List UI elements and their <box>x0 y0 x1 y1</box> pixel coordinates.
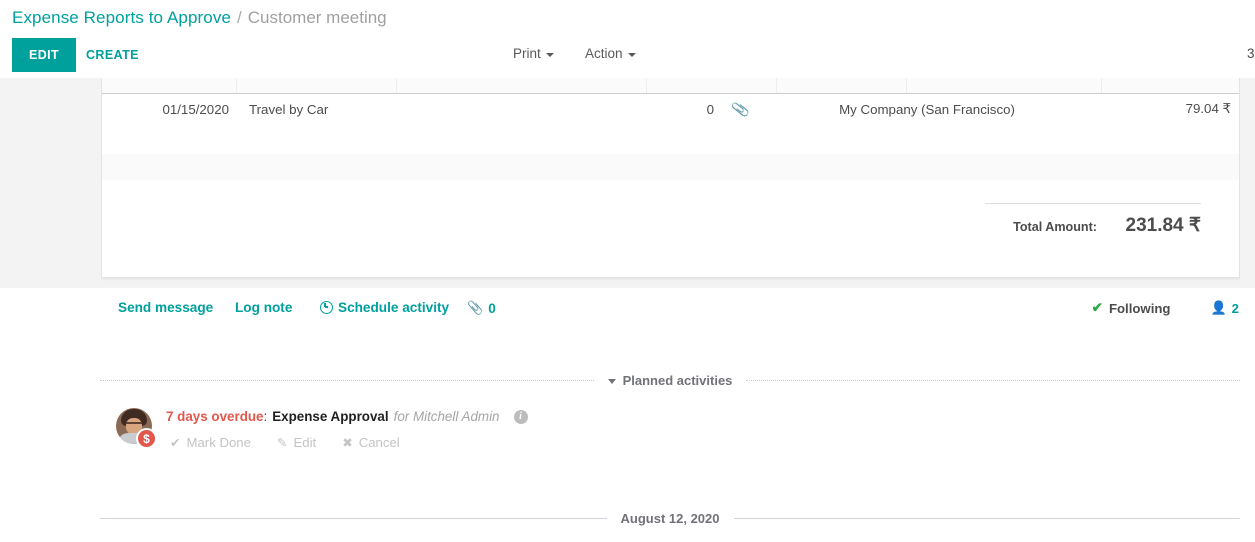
pager[interactable]: 3 <box>1247 46 1255 61</box>
following-label: Following <box>1108 300 1171 316</box>
header-col-date <box>102 78 237 93</box>
separator-line-right <box>733 518 1240 519</box>
header-col-amount <box>1102 78 1239 93</box>
dollar-badge-icon: $ <box>136 428 157 449</box>
activity-item: $ 7 days overdue : Expense Approval for … <box>116 408 916 450</box>
table-row[interactable]: 01/15/2020 Travel by Car 0 📎 My Company … <box>102 94 1239 124</box>
header-col-name <box>237 78 397 93</box>
chevron-down-icon <box>607 379 616 384</box>
edit-activity-button[interactable]: ✎ Edit <box>277 435 316 450</box>
separator-line-left <box>100 380 594 381</box>
schedule-activity-label: Schedule activity <box>338 300 450 315</box>
total-amount-row: Total Amount: 231.84 ₹ <box>985 214 1201 237</box>
activity-headline: 7 days overdue : Expense Approval for Mi… <box>166 408 916 426</box>
log-note-button[interactable]: Log note <box>235 300 292 315</box>
table-row-empty <box>102 154 1239 180</box>
print-dropdown[interactable]: Print <box>513 46 554 61</box>
follow-controls: ✔ Following 👤 2 <box>1092 300 1239 316</box>
create-button[interactable]: CREATE <box>74 38 151 72</box>
followers-count: 2 <box>1231 300 1239 316</box>
sheet-shadow <box>101 277 1240 281</box>
cell-quantity: 0 <box>706 101 714 117</box>
cell-company: My Company (San Francisco) <box>839 101 1015 117</box>
breadcrumb-root-link[interactable]: Expense Reports to Approve <box>12 8 231 28</box>
cell-date: 01/15/2020 <box>162 101 229 117</box>
check-icon: ✔ <box>1091 300 1103 315</box>
followers-button[interactable]: 👤 2 <box>1210 300 1239 316</box>
total-amount-value: 231.84 ₹ <box>1125 215 1201 236</box>
table-row-spacer <box>102 124 1239 154</box>
header-col-qty <box>647 78 777 93</box>
header-col-analytic <box>397 78 647 93</box>
total-amount-label: Total Amount: <box>1013 220 1097 234</box>
planned-activities-label: Planned activities <box>622 373 733 388</box>
odoo-expense-form: Expense Reports to Approve / Customer me… <box>0 0 1255 542</box>
print-dropdown-label: Print <box>513 46 541 61</box>
activity-summary: Expense Approval <box>272 409 389 424</box>
attachments-button[interactable]: 📎 0 <box>467 300 496 316</box>
clock-icon <box>320 301 333 314</box>
control-panel: EDIT CREATE Print Action 3 <box>0 36 1255 79</box>
header-col-company <box>907 78 1102 93</box>
message-date-separator: August 12, 2020 <box>100 511 1240 526</box>
paperclip-icon: 📎 <box>467 300 484 315</box>
breadcrumb: Expense Reports to Approve / Customer me… <box>0 0 1255 36</box>
send-message-button[interactable]: Send message <box>118 300 213 315</box>
mark-done-button[interactable]: ✔ Mark Done <box>170 435 251 450</box>
attachment-count: 0 <box>488 300 496 316</box>
table-header-row <box>102 78 1239 94</box>
expense-lines-table: 01/15/2020 Travel by Car 0 📎 My Company … <box>102 78 1239 180</box>
cancel-activity-button[interactable]: ✖ Cancel <box>342 435 400 450</box>
person-icon: 👤 <box>1210 300 1227 315</box>
cell-amount: 79.04 ₹ <box>1185 101 1231 116</box>
breadcrumb-separator: / <box>237 8 242 27</box>
following-toggle[interactable]: ✔ Following <box>1092 300 1171 316</box>
chevron-down-icon <box>545 52 554 57</box>
avatar-glasses <box>126 422 142 428</box>
chevron-down-icon <box>627 52 636 57</box>
activity-colon: : <box>263 409 268 424</box>
totals-block: Total Amount: 231.84 ₹ <box>985 203 1201 237</box>
chatter: Send message Log note Schedule activity … <box>0 288 1255 542</box>
form-sheet: 01/15/2020 Travel by Car 0 📎 My Company … <box>101 78 1240 277</box>
info-icon[interactable]: i <box>513 410 528 424</box>
edit-activity-label: Edit <box>293 435 317 450</box>
paperclip-icon[interactable]: 📎 <box>731 101 751 118</box>
activity-overdue: 7 days overdue <box>166 409 264 424</box>
close-icon: ✖ <box>342 436 353 450</box>
cell-name: Travel by Car <box>249 101 329 117</box>
action-dropdown[interactable]: Action <box>585 46 636 61</box>
check-icon: ✔ <box>170 436 181 450</box>
action-dropdown-label: Action <box>585 46 623 61</box>
separator-line-right <box>746 380 1241 381</box>
planned-activities-toggle[interactable]: Planned activities <box>594 373 747 388</box>
message-date-label: August 12, 2020 <box>620 511 720 526</box>
activity-assignee: for Mitchell Admin <box>393 409 500 424</box>
mark-done-label: Mark Done <box>186 435 251 450</box>
cancel-activity-label: Cancel <box>358 435 400 450</box>
planned-activities-separator: Planned activities <box>100 373 1241 388</box>
chatter-toolbar: Send message Log note Schedule activity … <box>0 288 1255 332</box>
activity-actions: ✔ Mark Done ✎ Edit ✖ Cancel <box>170 435 916 450</box>
breadcrumb-current: Customer meeting <box>247 8 387 27</box>
separator-line-left <box>100 518 607 519</box>
cell-attachment[interactable]: 📎 <box>722 101 782 118</box>
activity-body: 7 days overdue : Expense Approval for Mi… <box>166 408 916 426</box>
pencil-icon: ✎ <box>276 436 288 450</box>
edit-button[interactable]: EDIT <box>12 38 77 72</box>
totals-divider <box>985 203 1201 204</box>
avatar[interactable]: $ <box>116 408 157 449</box>
schedule-activity-button[interactable]: Schedule activity <box>320 300 449 315</box>
header-col-attachment <box>777 78 907 93</box>
